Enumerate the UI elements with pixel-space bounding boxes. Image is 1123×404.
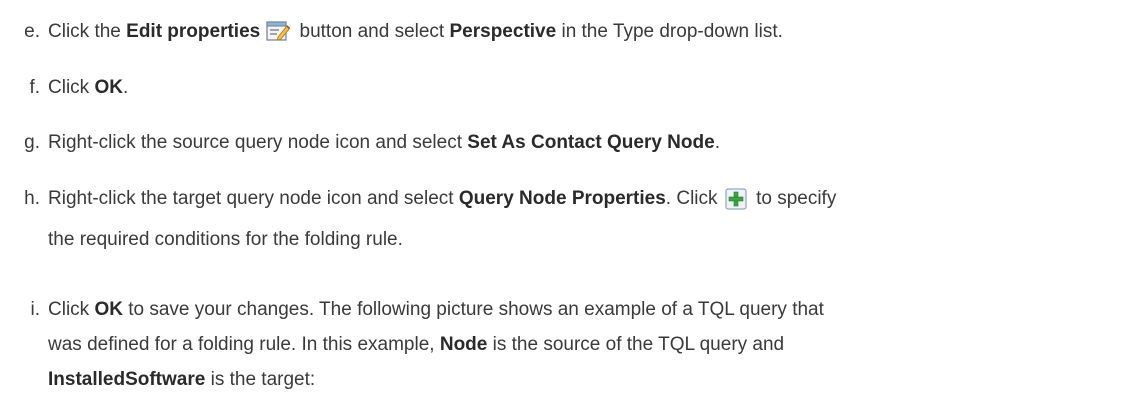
step-letter: h. <box>24 188 40 209</box>
step-text: Click the Edit properties button and sel… <box>48 14 1108 55</box>
step-text: Click OK to save your changes. The follo… <box>48 299 824 390</box>
installed-software-label: InstalledSoftware <box>48 369 206 390</box>
ok-label: OK <box>94 299 123 320</box>
step-letter: g. <box>24 132 40 153</box>
query-node-properties-label: Query Node Properties <box>458 188 666 209</box>
edit-properties-label: Edit properties <box>126 21 261 42</box>
set-as-contact-query-node-label: Set As Contact Query Node <box>467 132 715 153</box>
step-letter: i. <box>30 299 41 320</box>
step-letter: e. <box>24 21 40 42</box>
step-text: Right-click the source query node icon a… <box>48 132 720 153</box>
ok-label: OK <box>94 77 123 98</box>
perspective-label: Perspective <box>449 21 557 42</box>
node-label: Node <box>439 334 488 355</box>
step-text: Click OK. <box>48 77 129 98</box>
edit-properties-icon <box>264 17 291 55</box>
step-text: Right-click the target query node icon a… <box>48 187 837 250</box>
step-letter: f. <box>29 77 40 98</box>
add-condition-icon <box>725 187 747 222</box>
